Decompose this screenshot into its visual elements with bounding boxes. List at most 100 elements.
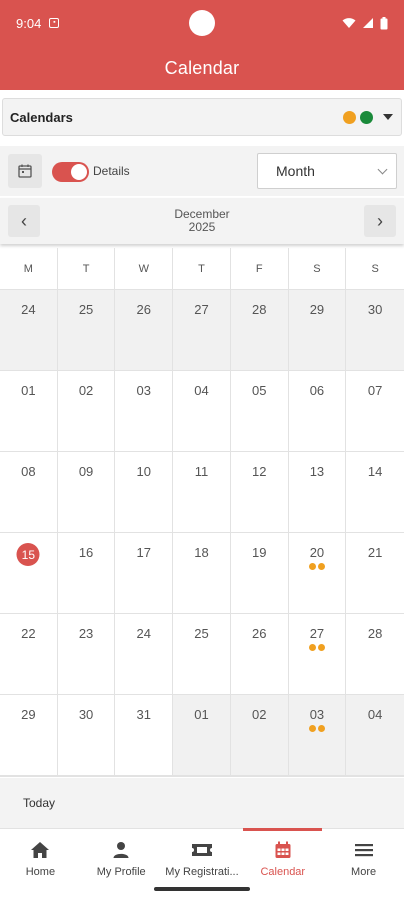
day-number: 02 [78, 383, 94, 398]
day-cell[interactable]: 14 [346, 452, 404, 533]
day-cell[interactable]: 27 [173, 290, 231, 371]
day-cell[interactable]: 10 [115, 452, 174, 533]
day-cell[interactable]: 01 [0, 371, 58, 452]
day-cell[interactable]: 25 [173, 614, 231, 695]
day-number: 07 [367, 383, 383, 398]
nav-item-label: My Profile [96, 866, 146, 878]
day-cell[interactable]: 07 [346, 371, 404, 452]
day-number: 22 [21, 626, 36, 641]
caret-down-icon [383, 114, 393, 120]
today-bar: Today [0, 778, 404, 828]
day-cell[interactable]: 15 [0, 533, 58, 614]
day-cell[interactable]: 02 [230, 695, 289, 776]
day-cell[interactable]: 01 [173, 695, 231, 776]
chevron-down-icon [377, 164, 388, 175]
day-number: 08 [21, 464, 36, 479]
day-cell[interactable]: 06 [288, 371, 347, 452]
day-cell[interactable]: 31 [115, 695, 174, 776]
event-indicators [289, 644, 346, 651]
day-number: 19 [251, 545, 267, 560]
day-cell[interactable]: 26 [115, 290, 174, 371]
calendar-icon [274, 840, 292, 860]
day-number: 01 [21, 383, 36, 398]
nav-item-label: More [351, 866, 377, 878]
day-number: 28 [367, 626, 383, 641]
weekday-label: T [173, 248, 231, 289]
day-cell[interactable]: 29 [0, 695, 58, 776]
day-cell[interactable]: 20 [288, 533, 347, 614]
day-number: 04 [367, 707, 383, 722]
day-cell[interactable]: 17 [115, 533, 174, 614]
day-cell[interactable]: 29 [288, 290, 347, 371]
day-number: 29 [309, 302, 325, 317]
calendar-color-dot [360, 110, 373, 124]
day-cell[interactable]: 21 [346, 533, 404, 614]
event-dot [308, 725, 316, 732]
view-mode-value: Month [276, 163, 315, 179]
day-cell[interactable]: 11 [173, 452, 231, 533]
day-cell[interactable]: 26 [230, 614, 289, 695]
day-cell[interactable]: 08 [0, 452, 58, 533]
day-cell[interactable]: 04 [173, 371, 231, 452]
toggle-knob [71, 164, 87, 180]
event-dot [308, 644, 316, 651]
day-cell[interactable]: 30 [346, 290, 404, 371]
next-month-button[interactable]: › [364, 205, 396, 237]
day-number: 30 [367, 302, 383, 317]
day-number: 29 [21, 707, 36, 722]
day-cell[interactable]: 24 [0, 290, 58, 371]
day-number: 28 [251, 302, 267, 317]
day-cell[interactable]: 13 [288, 452, 347, 533]
day-number: 23 [78, 626, 94, 641]
day-cell[interactable]: 25 [57, 290, 116, 371]
day-cell[interactable]: 28 [230, 290, 289, 371]
day-cell[interactable]: 03 [288, 695, 347, 776]
calendars-label: Calendars [10, 109, 73, 125]
nav-item-more[interactable]: More [323, 829, 404, 900]
month-year: 2025 [188, 220, 216, 234]
day-cell[interactable]: 03 [115, 371, 174, 452]
weekday-label: S [371, 262, 379, 275]
day-number: 27 [194, 302, 209, 317]
day-cell[interactable]: 16 [57, 533, 116, 614]
day-cell[interactable]: 04 [346, 695, 404, 776]
day-number: 26 [136, 302, 152, 317]
day-number: 24 [136, 626, 152, 641]
day-cell[interactable]: 27 [288, 614, 347, 695]
today-date-badge: 15 [16, 543, 40, 566]
day-number: 21 [367, 545, 383, 560]
day-number: 14 [367, 464, 383, 479]
day-cell[interactable]: 19 [230, 533, 289, 614]
nav-item-my-profile[interactable]: My Profile [81, 829, 162, 900]
view-mode-select[interactable]: Month [257, 153, 397, 189]
status-time: 9:04 [16, 15, 42, 31]
day-cell[interactable]: 22 [0, 614, 58, 695]
event-dot [317, 725, 325, 732]
day-number: 25 [78, 302, 94, 317]
calendars-dropdown[interactable]: Calendars [2, 98, 402, 136]
weekday-label: M [0, 248, 58, 289]
details-toggle[interactable] [52, 162, 89, 182]
nav-item-home[interactable]: Home [0, 829, 81, 900]
home-indicator [154, 887, 250, 891]
day-cell[interactable]: 02 [57, 371, 116, 452]
day-cell[interactable]: 28 [346, 614, 404, 695]
day-cell[interactable]: 30 [57, 695, 116, 776]
day-cell[interactable]: 09 [57, 452, 116, 533]
notification-icon: ▪ [49, 18, 60, 28]
day-cell[interactable]: 23 [57, 614, 116, 695]
nav-item-label: Calendar [260, 866, 306, 878]
details-label: Details [93, 164, 130, 178]
day-number: 16 [78, 545, 94, 560]
month-navigation: ‹ December 2025 › [0, 198, 404, 244]
today-button[interactable]: Today [23, 796, 55, 810]
day-cell[interactable]: 05 [230, 371, 289, 452]
day-cell[interactable]: 18 [173, 533, 231, 614]
date-picker-button[interactable] [8, 154, 42, 188]
camera-cutout [189, 10, 215, 36]
day-number: 02 [251, 707, 267, 722]
nav-item-calendar[interactable]: Calendar [242, 828, 323, 900]
signal-icon [363, 18, 373, 28]
day-cell[interactable]: 24 [115, 614, 174, 695]
day-cell[interactable]: 12 [230, 452, 289, 533]
